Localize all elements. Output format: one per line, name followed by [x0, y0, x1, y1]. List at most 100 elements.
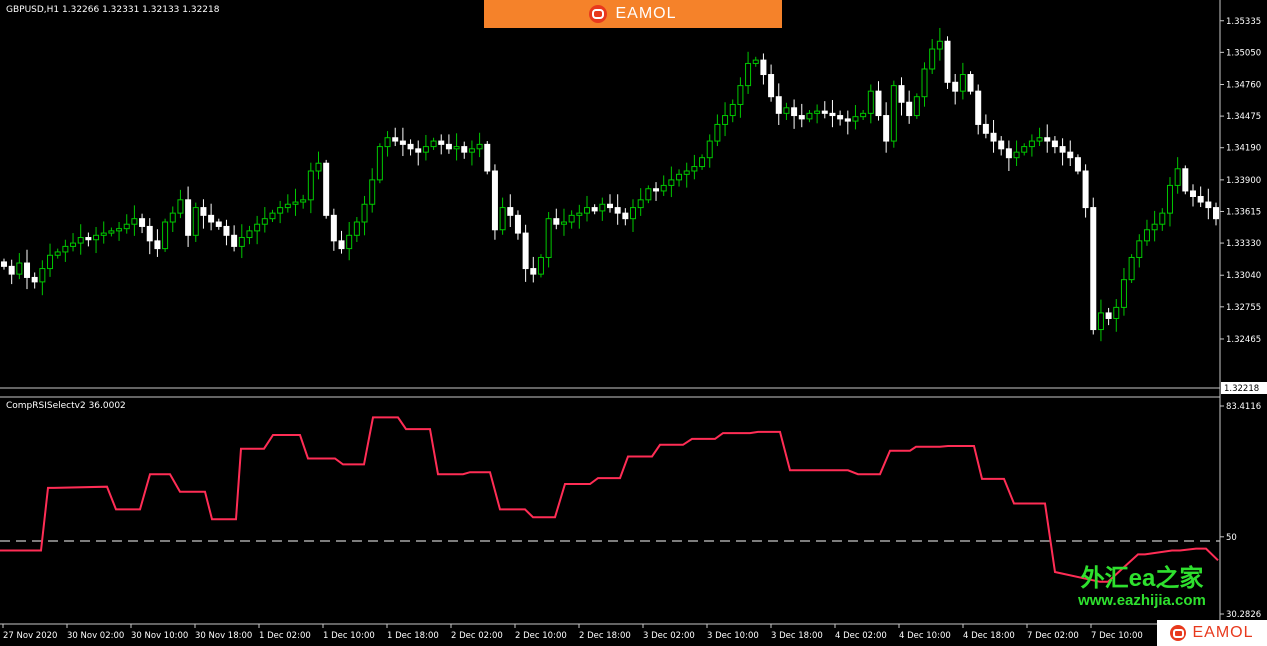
- corner-badge[interactable]: EAMOL: [1157, 620, 1267, 646]
- candle-body: [668, 179, 675, 186]
- candle-body: [1059, 146, 1066, 153]
- candle-body: [852, 116, 859, 122]
- price-tick-label: 1.35335: [1226, 17, 1261, 27]
- candle-body: [1067, 151, 1074, 159]
- candle-body: [553, 218, 560, 225]
- candle-body: [1021, 146, 1028, 153]
- candle-body: [369, 179, 376, 205]
- candle-body: [683, 170, 690, 175]
- candle-body: [583, 207, 590, 214]
- time-tick-label: 4 Dec 10:00: [899, 631, 951, 641]
- candle-body: [1036, 137, 1043, 142]
- candle-body: [491, 170, 498, 231]
- top-banner[interactable]: EAMOL: [484, 0, 782, 28]
- candle-body: [1028, 140, 1035, 148]
- time-axis: 27 Nov 2020 30 Nov 02:00 30 Nov 10:00 30 No…: [2, 624, 1143, 641]
- candle-body: [783, 107, 790, 114]
- candle-body: [1074, 157, 1081, 172]
- candle-body: [622, 212, 629, 220]
- candle-body: [1213, 207, 1219, 220]
- candle-body: [875, 90, 882, 117]
- candle-body: [975, 90, 982, 125]
- candle-body: [85, 237, 92, 241]
- candle-body: [982, 123, 989, 134]
- time-tick-label: 4 Dec 18:00: [963, 631, 1015, 641]
- rsi-tick-label: 50: [1226, 533, 1237, 543]
- candle-body: [1205, 201, 1212, 209]
- candle-body: [844, 118, 851, 122]
- candle-body: [1136, 240, 1143, 258]
- candle-body: [806, 112, 813, 120]
- candle-body: [952, 81, 959, 92]
- robot-logo-icon: [589, 5, 608, 23]
- candle-body: [169, 212, 176, 223]
- candle-body: [599, 203, 606, 212]
- current-price-label: 1.32218: [1224, 384, 1259, 394]
- candle-body: [208, 214, 215, 223]
- candle-body: [1128, 256, 1135, 281]
- candle-body: [62, 245, 69, 253]
- candle-body: [1097, 312, 1104, 331]
- candle-body: [192, 207, 199, 236]
- candle-body: [1090, 207, 1097, 331]
- candle-body: [476, 143, 483, 150]
- candle-body: [162, 221, 169, 250]
- candle-body: [929, 48, 936, 70]
- badge-brand: EAMOL: [1192, 624, 1254, 641]
- watermark-cn: 外汇ea之家: [1080, 565, 1204, 592]
- candle-body: [1051, 140, 1058, 148]
- candle-body: [453, 146, 460, 150]
- candle-body: [1005, 148, 1012, 159]
- candle-body: [70, 242, 77, 247]
- candle-body: [514, 214, 521, 234]
- watermark: 外汇ea之家 www.eazhijia.com: [1064, 566, 1220, 610]
- candle-body: [430, 140, 437, 148]
- time-tick-label: 3 Dec 02:00: [643, 631, 695, 641]
- candle-body: [307, 170, 314, 201]
- candle-body: [798, 115, 805, 120]
- candle-body: [323, 162, 330, 216]
- price-tick-label: 1.32755: [1226, 303, 1261, 313]
- candle-body: [415, 148, 422, 153]
- candle-body: [921, 68, 928, 98]
- candle-body: [729, 103, 736, 117]
- price-tick-label: 1.33900: [1226, 176, 1261, 186]
- candle-body: [468, 148, 475, 153]
- candle-body: [392, 137, 399, 142]
- price-tick-label: 1.33330: [1226, 239, 1261, 249]
- candle-body: [507, 207, 514, 216]
- candle-body: [1189, 190, 1196, 198]
- candle-body: [1105, 312, 1112, 319]
- candle-body: [1120, 279, 1127, 308]
- candle-body: [231, 234, 238, 247]
- candle-body: [399, 140, 406, 145]
- candle-body: [246, 230, 253, 239]
- price-tick-label: 1.33615: [1226, 207, 1261, 217]
- time-tick-label: 30 Nov 18:00: [195, 631, 252, 641]
- candle-body: [936, 40, 943, 50]
- rsi-axis: 83.4116 50 30.2826: [1220, 402, 1261, 620]
- candle-body: [1197, 196, 1204, 203]
- candle-body: [660, 184, 667, 192]
- candle-body: [93, 234, 100, 241]
- candle-body: [407, 143, 414, 150]
- candle-body: [1082, 170, 1089, 209]
- candle-body: [108, 230, 115, 234]
- candle-body: [768, 74, 775, 98]
- candle-body: [1151, 223, 1158, 231]
- time-tick-label: 30 Nov 02:00: [67, 631, 124, 641]
- candle-body: [154, 240, 161, 250]
- candle-body: [338, 240, 345, 250]
- candle-body: [837, 115, 844, 120]
- time-tick-label: 1 Dec 18:00: [387, 631, 439, 641]
- time-tick-label: 3 Dec 10:00: [707, 631, 759, 641]
- candle-body: [706, 140, 713, 159]
- symbol-info: GBPUSD,H1 1.32266 1.32331 1.32133 1.3221…: [6, 5, 220, 15]
- candle-body: [24, 262, 31, 278]
- candle-body: [300, 199, 307, 203]
- candle-body: [959, 74, 966, 92]
- candle-body: [1166, 184, 1173, 214]
- candle-body: [944, 40, 951, 83]
- candle-body: [691, 166, 698, 172]
- candle-body: [821, 110, 828, 114]
